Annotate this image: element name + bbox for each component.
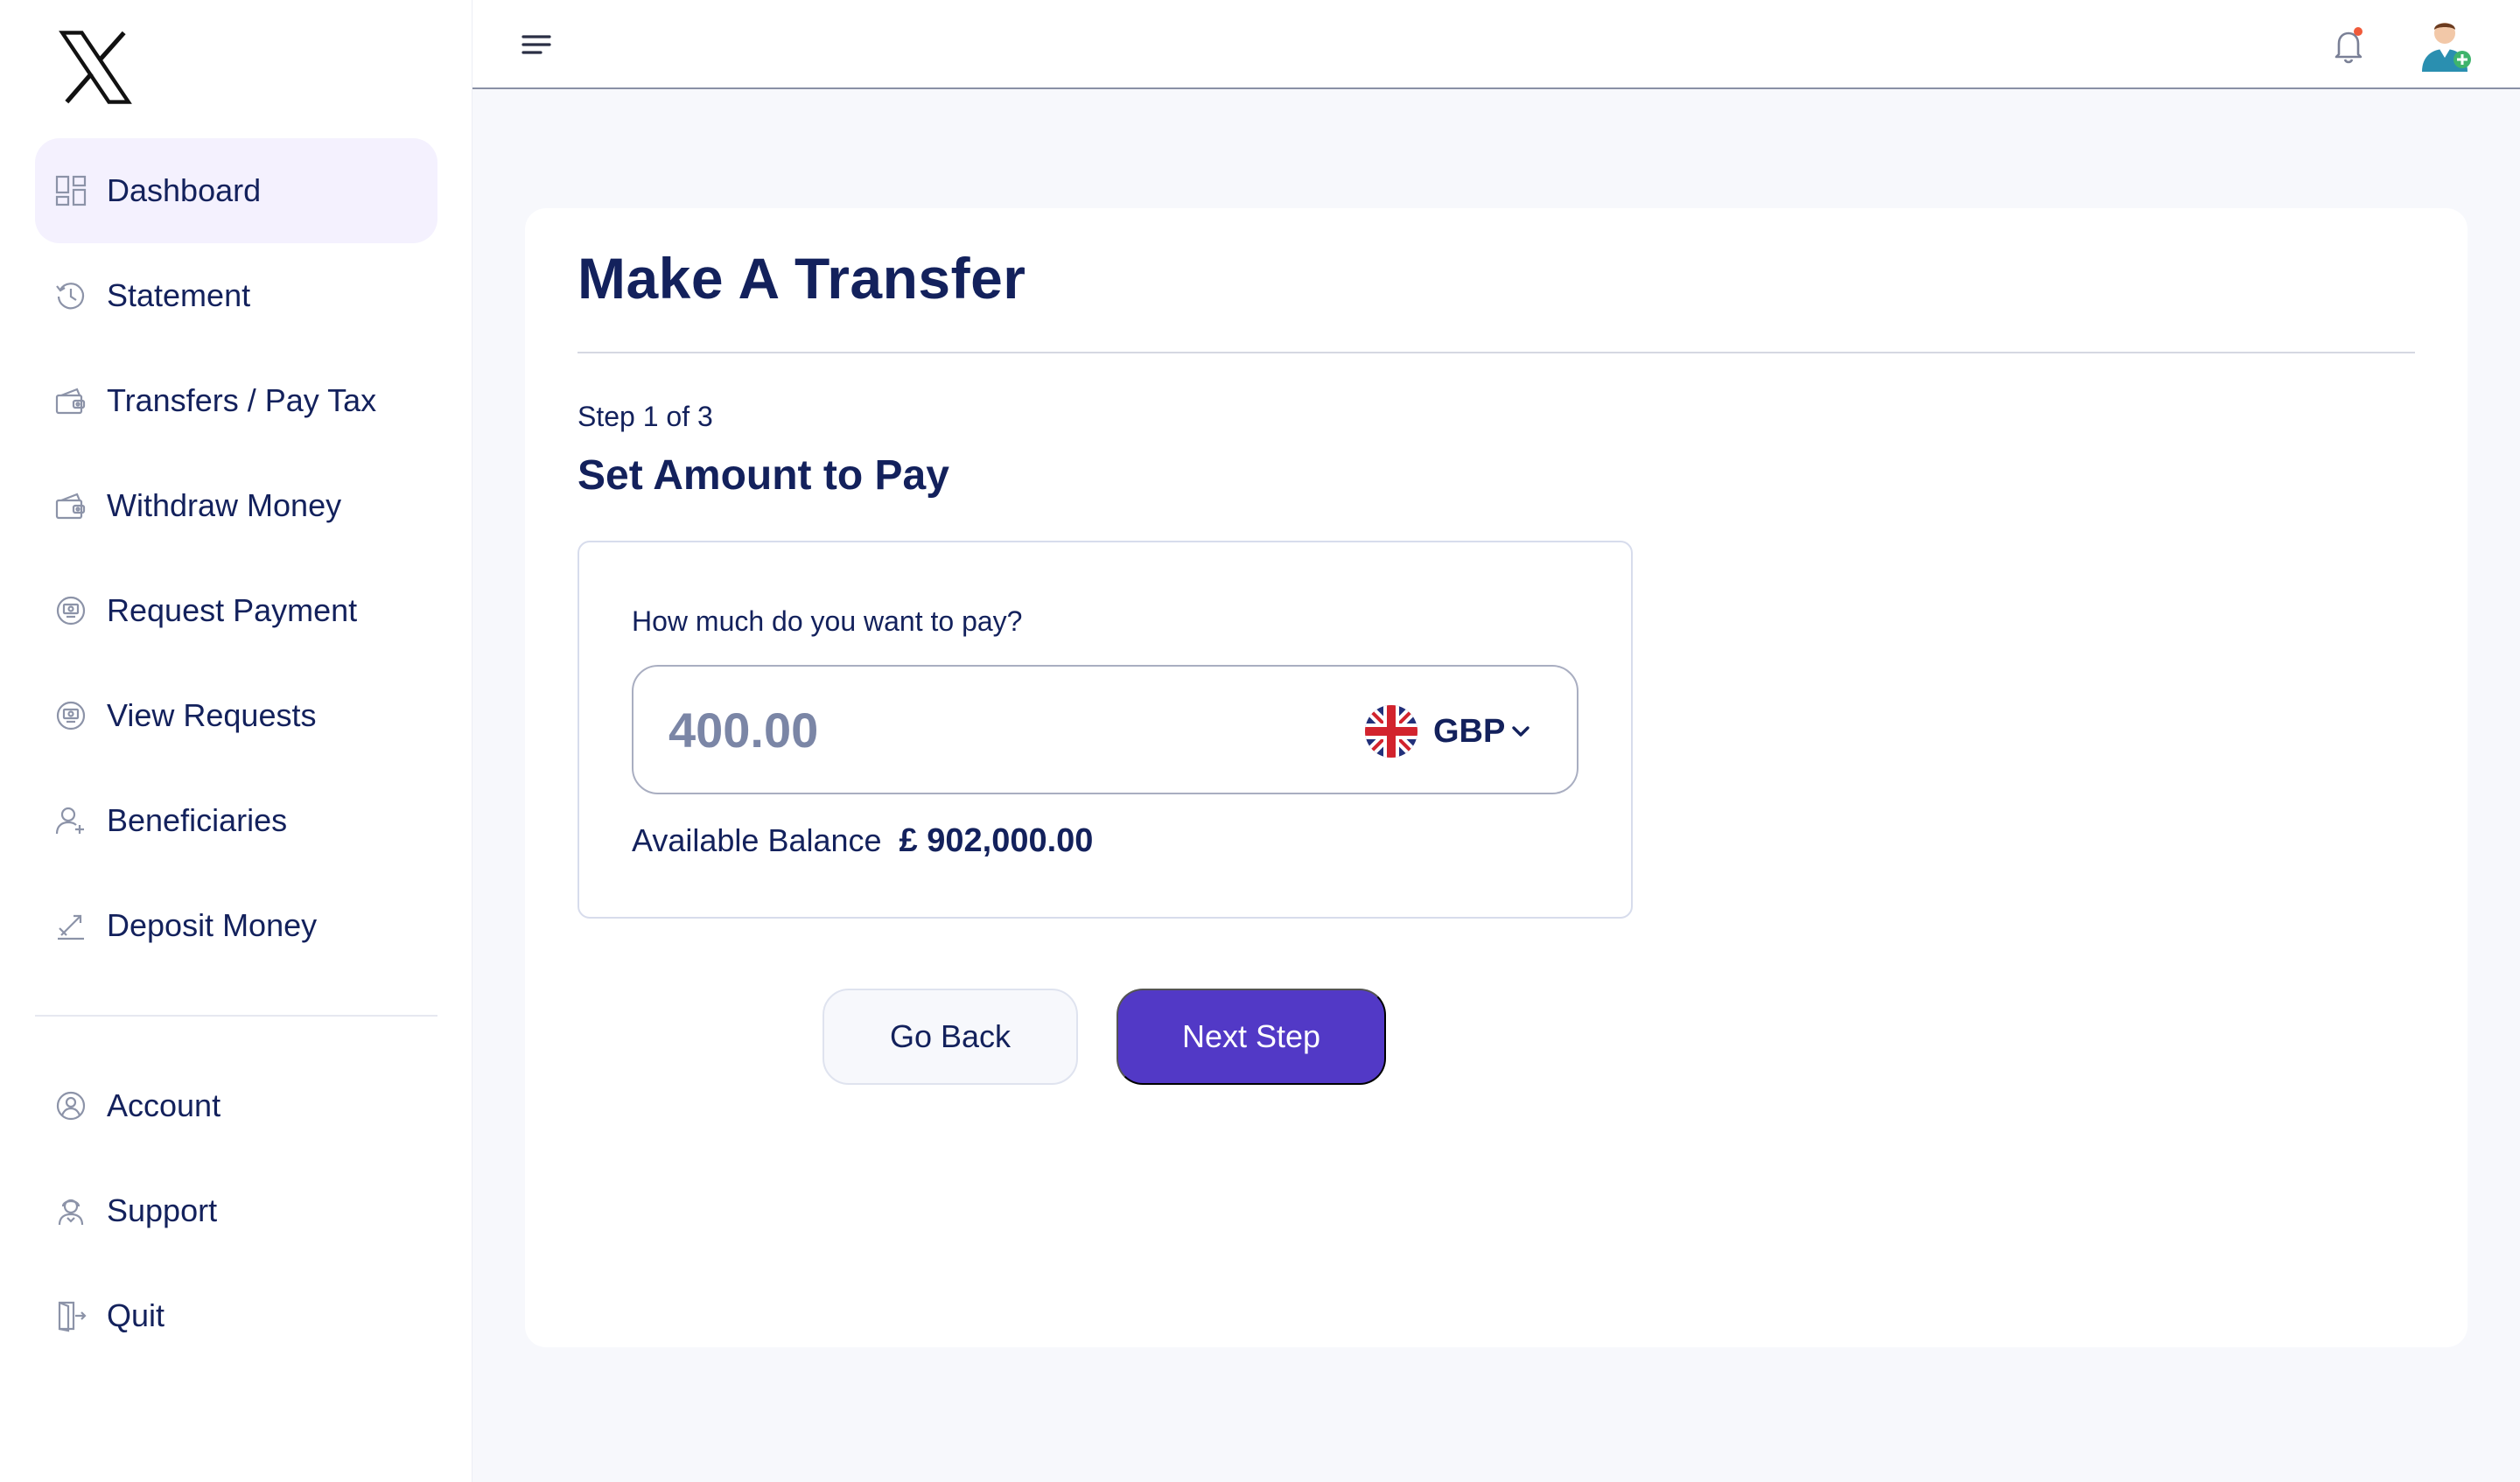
go-back-button[interactable]: Go Back <box>822 989 1078 1085</box>
sidebar-item-label: Beneficiaries <box>107 802 288 838</box>
user-avatar-icon[interactable] <box>2418 16 2474 73</box>
sidebar-item-label: View Requests <box>107 697 317 733</box>
sidebar-item-support[interactable]: Support <box>35 1158 438 1263</box>
deposit-icon <box>54 909 88 942</box>
exit-door-icon <box>54 1299 88 1332</box>
x-logo-icon[interactable] <box>58 30 133 105</box>
amount-field: GBP <box>632 665 1578 794</box>
sidebar-item-label: Withdraw Money <box>107 487 342 523</box>
currency-code: GBP <box>1433 712 1506 750</box>
amount-panel: How much do you want to pay? GBP <box>578 541 1633 919</box>
sidebar-item-label: Request Payment <box>107 592 358 628</box>
sidebar-item-deposit[interactable]: Deposit Money <box>35 873 438 978</box>
history-icon <box>54 279 88 312</box>
amount-input[interactable] <box>668 696 1281 763</box>
money-request-icon <box>54 699 88 732</box>
sidebar-item-beneficiaries[interactable]: Beneficiaries <box>35 768 438 873</box>
hamburger-icon[interactable] <box>522 31 551 58</box>
sidebar-item-label: Support <box>107 1192 218 1228</box>
sidebar-item-label: Account <box>107 1087 221 1123</box>
sidebar-item-withdraw[interactable]: Withdraw Money <box>35 453 438 558</box>
chevron-down-icon <box>1510 721 1531 742</box>
sidebar-item-statement[interactable]: Statement <box>35 243 438 348</box>
sidebar-divider <box>35 1015 438 1017</box>
sidebar: Dashboard Statement Transfers / Pay Tax … <box>0 0 472 1482</box>
sidebar-item-label: Dashboard <box>107 172 262 208</box>
sidebar-item-view-requests[interactable]: View Requests <box>35 663 438 768</box>
money-request-icon <box>54 594 88 627</box>
notification-dot <box>2354 27 2362 36</box>
dashboard-icon <box>54 174 88 207</box>
section-title: Set Amount to Pay <box>578 452 949 499</box>
balance-label: Available Balance <box>632 822 882 858</box>
user-circle-icon <box>54 1089 88 1122</box>
sidebar-item-label: Statement <box>107 277 251 313</box>
title-divider <box>578 352 2415 353</box>
bell-icon[interactable] <box>2331 24 2368 65</box>
sidebar-nav: Dashboard Statement Transfers / Pay Tax … <box>35 138 438 1368</box>
uk-flag-icon <box>1365 705 1418 758</box>
available-balance: Available Balance £ 902,000.00 <box>632 822 1093 860</box>
sidebar-item-label: Transfers / Pay Tax <box>107 382 377 418</box>
sidebar-item-transfers[interactable]: Transfers / Pay Tax <box>35 348 438 453</box>
step-indicator: Step 1 of 3 <box>578 401 713 432</box>
sidebar-item-request-payment[interactable]: Request Payment <box>35 558 438 663</box>
page-title: Make A Transfer <box>578 246 1026 311</box>
support-agent-icon <box>54 1194 88 1227</box>
next-step-button[interactable]: Next Step <box>1116 989 1386 1085</box>
topbar <box>472 0 2520 89</box>
wallet-icon <box>54 384 88 417</box>
user-add-icon <box>54 804 88 837</box>
sidebar-item-label: Quit <box>107 1297 165 1333</box>
wallet-icon <box>54 489 88 522</box>
currency-select[interactable]: GBP <box>1365 703 1531 759</box>
balance-value: £ 902,000.00 <box>899 822 1094 859</box>
amount-label: How much do you want to pay? <box>632 605 1023 637</box>
sidebar-item-quit[interactable]: Quit <box>35 1263 438 1368</box>
sidebar-item-dashboard[interactable]: Dashboard <box>35 138 438 243</box>
sidebar-item-account[interactable]: Account <box>35 1053 438 1158</box>
transfer-card: Make A Transfer Step 1 of 3 Set Amount t… <box>525 208 2468 1347</box>
sidebar-item-label: Deposit Money <box>107 907 318 943</box>
